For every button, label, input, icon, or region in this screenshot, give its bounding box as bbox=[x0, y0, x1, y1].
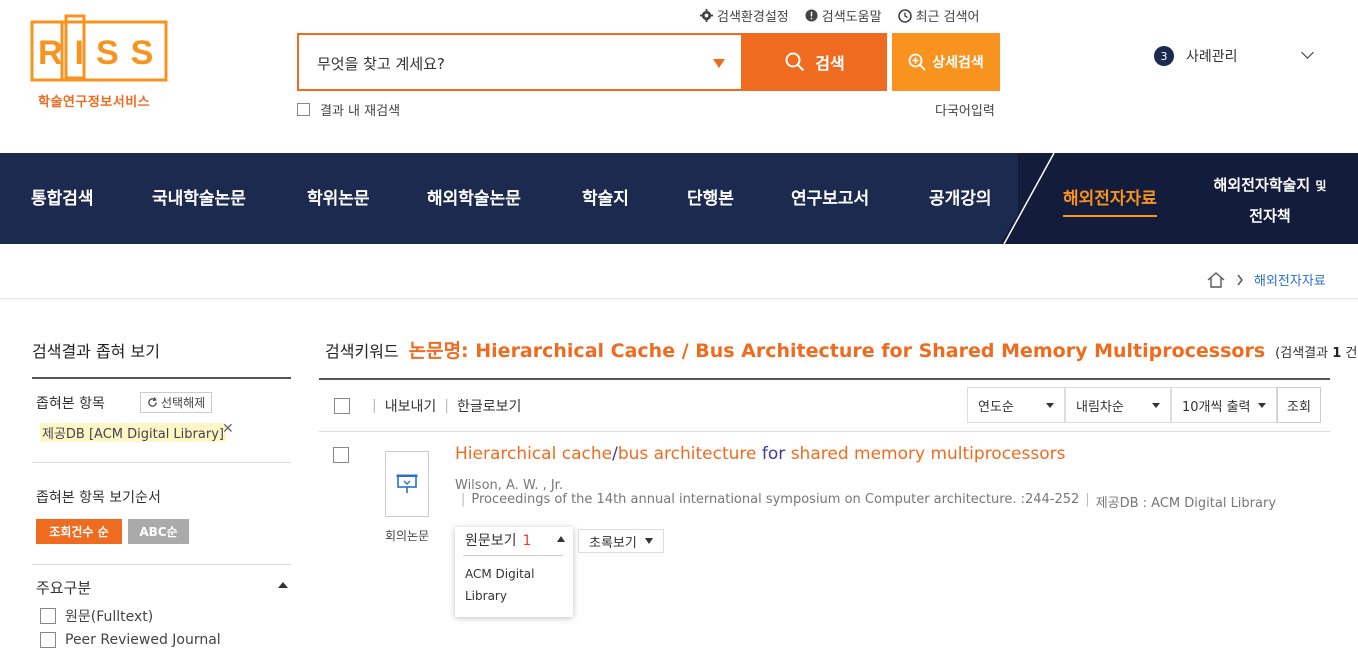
article-meta: | Proceedings of the 14th annual interna… bbox=[461, 492, 1277, 511]
caret-down-icon bbox=[1046, 403, 1054, 408]
document-type: 회의논문 bbox=[385, 529, 430, 543]
search-within-results[interactable]: 결과 내 재검색 bbox=[297, 100, 400, 119]
nav-integrated-search[interactable]: 통합검색 bbox=[31, 184, 94, 209]
zoom-plus-icon bbox=[908, 53, 926, 71]
article-title-link[interactable]: Hierarchical cache/bus architecture for … bbox=[455, 444, 1065, 464]
divider bbox=[32, 377, 291, 379]
result-checkbox[interactable] bbox=[333, 447, 349, 467]
checkbox[interactable] bbox=[40, 608, 56, 624]
chevron-down-icon[interactable] bbox=[1301, 46, 1314, 59]
nav-domestic-papers[interactable]: 국내학술논문 bbox=[152, 184, 246, 209]
breadcrumb: 해외전자자료 bbox=[1206, 270, 1326, 289]
divider bbox=[32, 564, 291, 565]
multilang-input-link[interactable]: 다국어입력 bbox=[935, 100, 995, 119]
author: Wilson, A. W. , Jr. bbox=[455, 478, 563, 493]
collapse-triangle-icon[interactable] bbox=[278, 582, 288, 588]
search-dropdown-arrow-icon[interactable] bbox=[713, 59, 725, 68]
toolbar-links: | 내보내기 | 한글로보기 bbox=[372, 396, 522, 416]
nav-dissertations[interactable]: 학위논문 bbox=[307, 184, 370, 209]
refresh-icon bbox=[148, 397, 157, 407]
page-size-select[interactable]: 10개씩 출력 bbox=[1171, 387, 1277, 423]
order-label: 좁혀본 항목 보기순서 bbox=[36, 490, 161, 506]
lookup-button[interactable]: 조회 bbox=[1277, 387, 1321, 423]
home-icon[interactable] bbox=[1206, 271, 1226, 289]
category-peer-reviewed[interactable]: Peer Reviewed Journal bbox=[40, 632, 221, 648]
nav-journals[interactable]: 학술지 bbox=[582, 184, 629, 209]
case-management-label: 사례관리 bbox=[1186, 49, 1238, 65]
alert-circle-icon bbox=[805, 9, 818, 22]
search-box[interactable]: 무엇을 찾고 계세요? bbox=[297, 33, 743, 91]
nav-overseas-electronic[interactable]: 해외전자자료 bbox=[1063, 184, 1157, 217]
nav-ejournals-ebooks[interactable]: 해외전자학술지 및 전자책 bbox=[1208, 170, 1332, 231]
search-input[interactable]: 무엇을 찾고 계세요? bbox=[317, 53, 445, 74]
divider bbox=[463, 555, 563, 556]
top-links: 검색환경설정 검색도움말 최근 검색어 bbox=[700, 6, 980, 25]
original-view-button[interactable]: 원문보기 1 bbox=[465, 530, 531, 550]
caret-down-icon bbox=[644, 538, 653, 544]
search-help-link[interactable]: 검색도움말 bbox=[805, 6, 882, 25]
narrowed-items-label: 좁혀본 항목 bbox=[36, 396, 105, 412]
category-title: 주요구분 bbox=[36, 579, 92, 597]
keyword-label: 검색키워드 bbox=[325, 342, 399, 361]
gear-icon bbox=[700, 9, 713, 22]
nav-open-lectures[interactable]: 공개강의 bbox=[929, 184, 992, 209]
recent-searches-link[interactable]: 최근 검색어 bbox=[897, 6, 980, 25]
sidebar-title: 검색결과 좁혀 보기 bbox=[32, 342, 160, 361]
nav-divider bbox=[1000, 153, 1060, 244]
search-keyword-line: 검색키워드 논문명: Hierarchical Cache / Bus Arch… bbox=[325, 336, 1358, 363]
korean-view-button[interactable]: 한글로보기 bbox=[457, 396, 521, 416]
logo-subtitle: 학술연구정보서비스 bbox=[38, 95, 151, 110]
search-within-checkbox[interactable] bbox=[297, 103, 310, 116]
abstract-view-button[interactable]: 초록보기 bbox=[578, 529, 664, 553]
checkbox[interactable] bbox=[40, 632, 56, 648]
provider-db: 제공DB : ACM Digital Library bbox=[1095, 496, 1277, 511]
breadcrumb-current[interactable]: 해외전자자료 bbox=[1254, 270, 1326, 289]
sort-field-select[interactable]: 연도순 bbox=[967, 387, 1065, 423]
export-button[interactable]: 내보내기 bbox=[385, 396, 437, 416]
clock-icon bbox=[897, 8, 912, 23]
chevron-right-icon bbox=[1237, 274, 1243, 285]
sort-order-select[interactable]: 내림차순 bbox=[1065, 387, 1171, 423]
category-fulltext[interactable]: 원문(Fulltext) bbox=[40, 606, 153, 626]
search-icon bbox=[785, 52, 805, 72]
caret-down-icon bbox=[1152, 403, 1160, 408]
reset-selection-button[interactable]: 선택해제 bbox=[140, 392, 213, 413]
logo-letters: RISS bbox=[38, 34, 165, 72]
result-count: (검색결과 1 건) bbox=[1275, 346, 1358, 361]
nav-books[interactable]: 단행본 bbox=[687, 184, 734, 209]
riss-logo[interactable]: RISS bbox=[30, 14, 170, 82]
sort-abc-button[interactable]: ABC순 bbox=[128, 519, 189, 544]
filter-tag: 제공DB [ACM Digital Library] bbox=[40, 423, 226, 442]
nav-research-reports[interactable]: 연구보고서 bbox=[791, 184, 869, 209]
divider bbox=[32, 462, 291, 463]
source: Proceedings of the 14th annual internati… bbox=[471, 492, 1080, 507]
divider bbox=[0, 298, 1358, 299]
caret-down-icon bbox=[1258, 403, 1266, 408]
sort-by-views-button[interactable]: 조회건수 순 bbox=[36, 519, 122, 544]
count-badge: 3 bbox=[1154, 46, 1174, 66]
select-all-checkbox[interactable] bbox=[334, 398, 350, 418]
case-management[interactable]: 3 사례관리 bbox=[1154, 46, 1238, 66]
caret-up-icon[interactable] bbox=[557, 536, 565, 542]
search-button[interactable]: 검색 bbox=[743, 33, 887, 91]
advanced-search-button[interactable]: 상세검색 bbox=[892, 33, 1000, 91]
close-icon[interactable]: ✕ bbox=[222, 421, 234, 437]
nav-overseas-papers[interactable]: 해외학술논문 bbox=[427, 184, 521, 209]
search-settings-link[interactable]: 검색환경설정 bbox=[700, 6, 789, 25]
acm-digital-library-link[interactable]: ACM Digital Library bbox=[465, 563, 565, 607]
conference-paper-icon bbox=[385, 451, 429, 517]
keyword-value: 논문명: Hierarchical Cache / Bus Architectu… bbox=[408, 340, 1266, 362]
